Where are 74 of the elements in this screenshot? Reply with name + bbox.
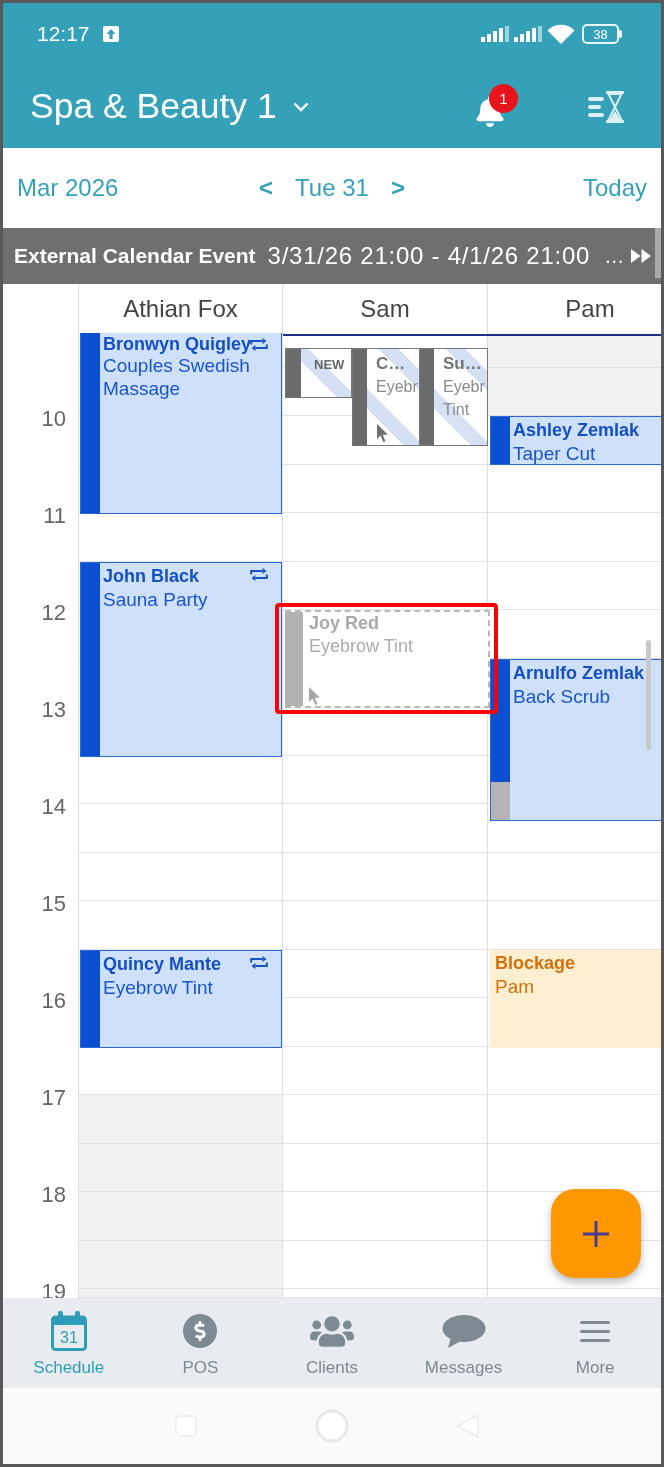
pending-appointment-card[interactable]: Su… Eyebr Tint [419, 348, 488, 446]
chevron-down-icon [292, 101, 309, 112]
client-name: Arnulfo Zemlak [513, 662, 645, 685]
list-hourglass-icon[interactable] [588, 90, 624, 123]
nav-tab[interactable]: 31 Schedule [3, 1298, 135, 1388]
service-name: Eyebrow Tint [103, 976, 213, 999]
month-selector[interactable]: Mar 2026 [17, 174, 119, 202]
menu-icon [580, 1320, 611, 1342]
nav-tab[interactable]: Messages [397, 1298, 530, 1388]
next-day-button[interactable]: > [390, 174, 405, 202]
date-selector[interactable]: Tue 31 [295, 174, 369, 202]
signal-icon [481, 26, 509, 42]
client-name: John Black [103, 565, 200, 588]
blockage-title: Blockage [495, 952, 576, 975]
service-name: Eyebrow Tint [309, 635, 414, 658]
client-name: Quincy Mante [103, 953, 222, 976]
fast-forward-icon[interactable] [631, 249, 652, 263]
nav-tab[interactable]: Clients [266, 1298, 398, 1388]
staff-name: Pam [565, 294, 615, 323]
event-title: External Calendar Event [14, 244, 256, 268]
appointment-card[interactable]: Bronwyn Quigley Couples Swedish Massage [80, 333, 282, 514]
accent-bar [491, 417, 510, 464]
wifi-icon [547, 24, 575, 44]
blockage-staff: Pam [495, 975, 535, 998]
battery-indicator: 38 [582, 24, 622, 44]
hour-label: 14 [41, 794, 66, 820]
nav-tab[interactable]: More [529, 1298, 661, 1388]
event-overflow-text: … [604, 244, 625, 268]
event-time-range: 3/31/26 21:00 - 4/1/26 21:00 [267, 242, 591, 270]
hour-label: 16 [41, 988, 66, 1014]
pending-appointment-card[interactable]: C… Eyebr [352, 348, 420, 446]
client-name: Su… [443, 353, 482, 375]
hour-label: 17 [41, 1085, 66, 1111]
hour-label: 10 [41, 406, 66, 432]
hour-label: 11 [43, 503, 66, 529]
staff-name: Athian Fox [123, 294, 238, 323]
appointment-card[interactable]: John Black Sauna Party [80, 562, 282, 757]
client-name: Joy Red [309, 612, 380, 635]
previous-day-button[interactable]: < [259, 174, 274, 202]
hour-label: 12 [41, 600, 66, 626]
hour-label: 13 [41, 697, 66, 723]
appointment-card[interactable]: Quincy Mante Eyebrow Tint [80, 950, 282, 1048]
scrollbar [655, 228, 661, 278]
location-dropdown[interactable]: Spa & Beauty 1 [30, 86, 309, 127]
add-button[interactable] [551, 1189, 641, 1278]
external-event-banner[interactable]: External Calendar Event 3/31/26 21:00 - 4/1/26 21:00 … [3, 228, 661, 284]
new-label: NEW [314, 357, 345, 372]
service-name: Sauna Party [103, 588, 208, 611]
ghost-appointment-card[interactable]: Joy Red Eyebrow Tint [285, 610, 490, 708]
nav-tab[interactable]: POS [134, 1298, 267, 1388]
people-icon [310, 1313, 354, 1349]
plus-icon [583, 1220, 609, 1247]
speech-bubble-icon [441, 1314, 486, 1348]
dollar-coin-icon [183, 1314, 218, 1348]
upload-icon [102, 26, 119, 42]
appointment-card[interactable]: Arnulfo Zemlak Back Scrub [490, 659, 661, 821]
service-name: Taper Cut [513, 442, 596, 465]
staff-name: Sam [360, 294, 410, 323]
status-time: 12:17 [37, 22, 90, 46]
appointment-card[interactable]: Ashley Zemlak Taper Cut [490, 416, 661, 465]
service-name: Eyebr Tint [443, 377, 485, 420]
service-name: Back Scrub [513, 685, 611, 708]
client-name: Bronwyn Quigley [103, 335, 252, 354]
hour-label: 15 [41, 891, 66, 917]
hour-label: 18 [41, 1182, 66, 1208]
new-appointment-card[interactable]: NEW [285, 348, 352, 398]
service-name: Couples Swedish Massage [103, 354, 251, 400]
accent-bar [286, 349, 301, 397]
client-name: C… [376, 353, 406, 375]
service-name: Eyebr [376, 377, 418, 397]
today-button[interactable]: Today [582, 174, 647, 202]
client-name: Ashley Zemlak [513, 419, 640, 442]
blockage-card[interactable]: Blockage Pam [490, 950, 661, 1048]
signal-icon [514, 26, 542, 42]
